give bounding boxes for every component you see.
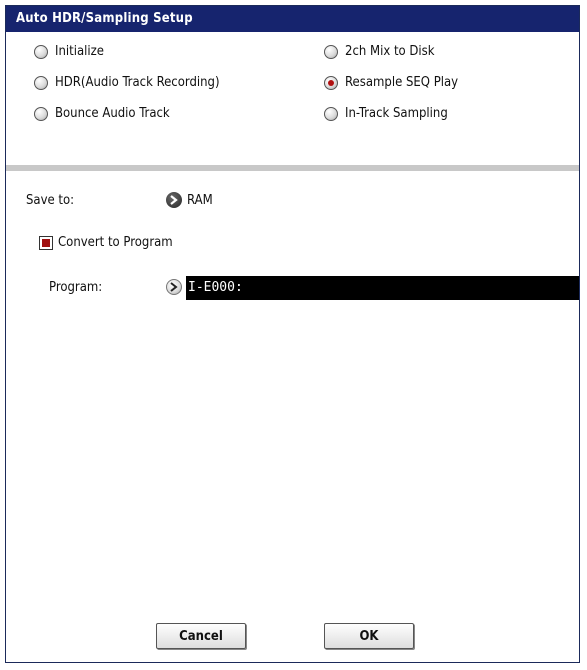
radio-hdr-audio-track-recording[interactable]: HDR(Audio Track Recording) bbox=[34, 75, 220, 90]
convert-to-program-label: Convert to Program bbox=[58, 235, 173, 250]
dialog-title: Auto HDR/Sampling Setup bbox=[6, 6, 579, 32]
radio-resample-seq-play[interactable]: Resample SEQ Play bbox=[324, 75, 458, 90]
radio-dot-selected bbox=[324, 75, 338, 90]
radio-dot bbox=[324, 106, 338, 121]
radio-label: HDR(Audio Track Recording) bbox=[55, 75, 220, 90]
program-label: Program: bbox=[49, 280, 103, 295]
program-popup-arrow-icon[interactable] bbox=[166, 279, 182, 295]
radio-dot bbox=[34, 44, 48, 59]
save-to-popup-arrow-icon[interactable] bbox=[166, 192, 182, 208]
radio-dot bbox=[34, 75, 48, 90]
ok-button[interactable]: OK bbox=[324, 623, 414, 649]
radio-in-track-sampling[interactable]: In-Track Sampling bbox=[324, 106, 448, 121]
program-field[interactable]: I-E000: bbox=[186, 276, 579, 300]
radio-dot bbox=[324, 44, 338, 59]
mode-options-panel: Initialize 2ch Mix to Disk HDR(Audio Tra… bbox=[6, 33, 579, 165]
section-divider bbox=[6, 165, 579, 171]
save-to-label: Save to: bbox=[26, 193, 75, 208]
cancel-button[interactable]: Cancel bbox=[156, 623, 246, 649]
save-to-value[interactable]: RAM bbox=[187, 193, 213, 208]
radio-label: Initialize bbox=[55, 44, 104, 59]
radio-2ch-mix-to-disk[interactable]: 2ch Mix to Disk bbox=[324, 44, 435, 59]
convert-to-program-checkbox[interactable] bbox=[39, 236, 53, 250]
radio-label: 2ch Mix to Disk bbox=[345, 44, 435, 59]
auto-hdr-sampling-dialog: Auto HDR/Sampling Setup Initialize 2ch M… bbox=[5, 5, 580, 663]
radio-label: In-Track Sampling bbox=[345, 106, 448, 121]
radio-initialize[interactable]: Initialize bbox=[34, 44, 104, 59]
radio-label: Bounce Audio Track bbox=[55, 106, 170, 121]
radio-bounce-audio-track[interactable]: Bounce Audio Track bbox=[34, 106, 170, 121]
radio-dot bbox=[34, 106, 48, 121]
radio-label: Resample SEQ Play bbox=[345, 75, 459, 90]
